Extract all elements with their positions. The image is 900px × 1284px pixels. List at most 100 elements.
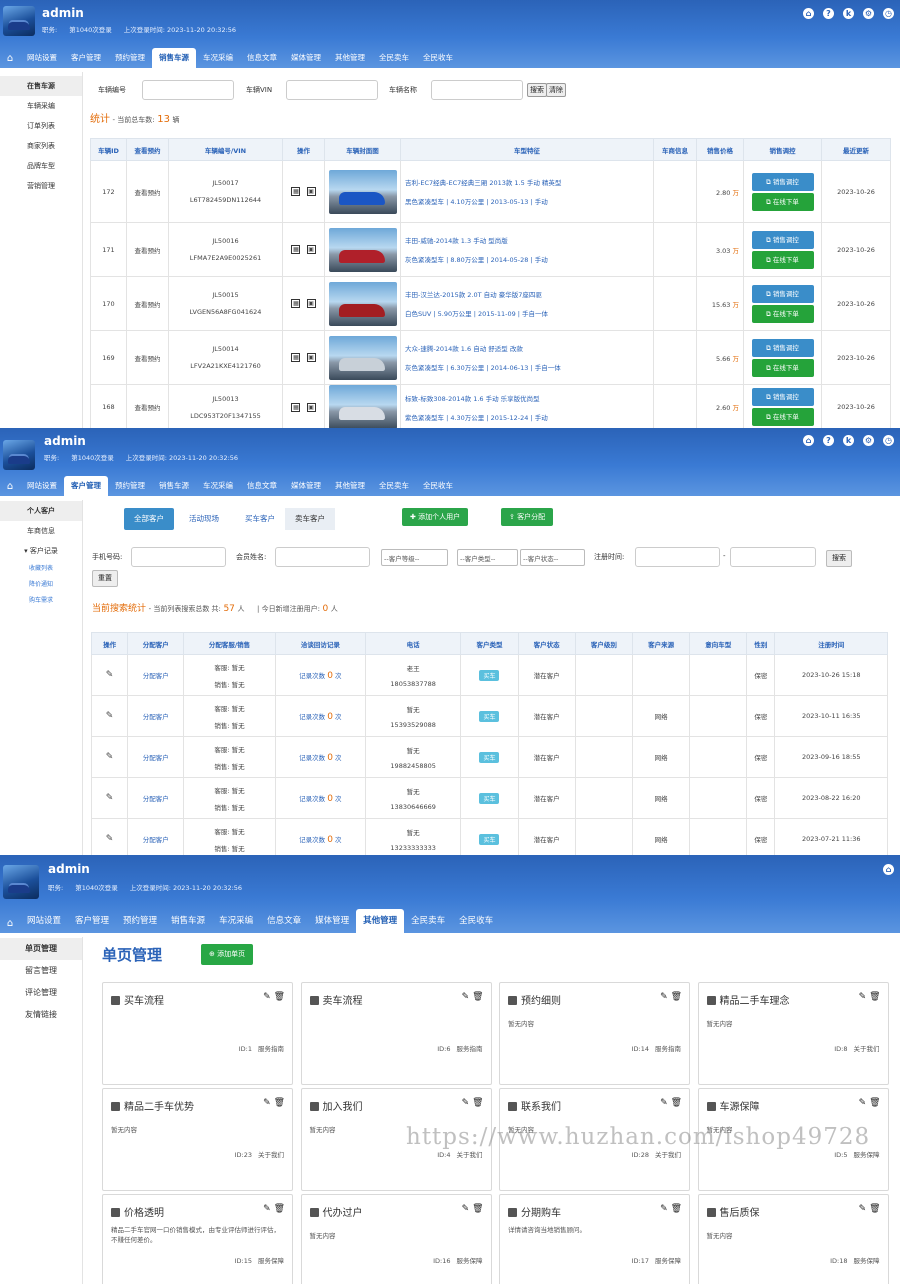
qrcode-icon[interactable]: ▦ [291,299,301,308]
home-icon[interactable]: ⌂ [883,864,894,875]
member-input[interactable] [275,547,370,567]
add-page-button[interactable]: ⊕ 添加单页 [201,944,254,965]
image-icon[interactable]: ▣ [306,299,316,308]
sales-control-button[interactable]: ⧉ 销售调控 [751,284,814,303]
car-title-link[interactable]: 大众-速腾-2014款 1.6 自动 舒适型 改款 [405,343,653,353]
edit-icon[interactable]: ✎ [263,1098,271,1108]
qrcode-icon[interactable]: ▦ [291,402,301,412]
nav-tab[interactable]: 销售车源 [164,909,212,933]
visit-record[interactable]: 记录次数 0 次 [274,695,367,737]
add-user-button[interactable]: ✚ 添加个人用户 [402,508,469,526]
trash-icon[interactable]: 🗑 [671,1098,682,1108]
sidebar-item[interactable]: 单页管理 [0,938,82,960]
nav-tab[interactable]: 全民卖车 [372,48,416,68]
online-order-button[interactable]: ⧉ 在线下单 [751,250,814,269]
reset-button[interactable]: 重置 [92,570,118,587]
home-icon[interactable]: ⌂ [803,435,814,446]
edit-icon[interactable]: ✎ [106,793,114,803]
sidebar-item[interactable]: 车辆采编 [0,96,82,116]
nav-tab[interactable]: 客户管理 [68,909,116,933]
sidebar-item[interactable]: 订单列表 [0,116,82,136]
sales-control-button[interactable]: ⧉ 销售调控 [751,338,814,357]
assign-customer-link[interactable]: 分配客户 [127,695,185,737]
regtime-start-input[interactable] [635,547,720,567]
sidebar-item[interactable]: 品牌车型 [0,156,82,176]
nav-tab[interactable]: 其他管理 [328,476,372,496]
trash-icon[interactable]: 🗑 [869,1204,880,1214]
nav-tab[interactable]: 网站设置 [20,48,64,68]
edit-icon[interactable]: ✎ [106,834,114,844]
tab-sellers[interactable]: 卖车客户 [285,508,335,530]
assign-customer-link[interactable]: 分配客户 [127,654,185,696]
car-cover-image[interactable] [328,335,397,380]
view-booking-link[interactable]: 查看预约 [126,276,169,331]
car-cover-image[interactable] [328,281,397,326]
home-icon[interactable]: ⌂ [803,8,814,19]
trash-icon[interactable]: 🗑 [472,1098,483,1108]
home-nav-icon[interactable]: ⌂ [0,53,20,68]
sidebar-item[interactable]: 营销管理 [0,176,82,196]
edit-icon[interactable]: ✎ [859,1204,867,1214]
car-cover-image[interactable] [328,169,397,214]
level-select[interactable]: --客户等级-- [381,549,448,566]
nav-tab[interactable]: 其他管理 [328,48,372,68]
view-booking-link[interactable]: 查看预约 [126,330,169,385]
edit-icon[interactable]: ✎ [263,1204,271,1214]
trash-icon[interactable]: 🗑 [274,1098,285,1108]
visit-record[interactable]: 记录次数 0 次 [274,818,367,855]
vin-input[interactable] [286,80,378,100]
edit-icon[interactable]: ✎ [859,1098,867,1108]
sidebar-subitem[interactable]: 购车需求 [0,593,82,609]
sidebar-subitem[interactable]: 收藏列表 [0,561,82,577]
nav-tab[interactable]: 媒体管理 [284,48,328,68]
sales-control-button[interactable]: ⧉ 销售调控 [751,230,814,249]
qrcode-icon[interactable]: ▦ [291,245,301,254]
clock-icon[interactable]: ◷ [883,435,894,446]
sidebar-item[interactable]: 留言管理 [0,960,82,982]
assign-customer-link[interactable]: 分配客户 [127,736,185,778]
edit-icon[interactable]: ✎ [859,992,867,1002]
edit-icon[interactable]: ✎ [263,992,271,1002]
nav-tab[interactable]: 车况采编 [212,909,260,933]
sales-control-button[interactable]: ⧉ 销售调控 [751,172,814,191]
nav-tab[interactable]: 信息文章 [240,48,284,68]
car-no-input[interactable] [142,80,234,100]
tab-buyers[interactable]: 买车客户 [235,508,285,530]
gear-icon[interactable]: ⚙ [863,435,874,446]
view-booking-link[interactable]: 查看预约 [126,222,169,277]
image-icon[interactable]: ▣ [306,402,316,412]
regtime-end-input[interactable] [730,547,816,567]
image-icon[interactable]: ▣ [306,187,316,196]
nav-tab[interactable]: 销售车源 [152,476,196,496]
qrcode-icon[interactable]: ▦ [291,353,301,362]
clock-icon[interactable]: ◷ [883,8,894,19]
nav-tab[interactable]: 全民收车 [452,909,500,933]
nav-tab[interactable]: 客户管理 [64,48,108,68]
nav-tab[interactable]: 网站设置 [20,476,64,496]
nav-tab[interactable]: 网站设置 [20,909,68,933]
nav-tab[interactable]: 车况采编 [196,48,240,68]
assign-customer-button[interactable]: ⇪ 客户分配 [501,508,554,526]
nav-tab[interactable]: 媒体管理 [284,476,328,496]
sidebar-item-expandable[interactable]: ▾ 客户记录 [0,541,82,561]
sidebar-item[interactable]: 在售车源 [0,76,82,96]
home-nav-icon[interactable]: ⌂ [0,918,20,933]
trash-icon[interactable]: 🗑 [671,992,682,1002]
trash-icon[interactable]: 🗑 [472,1204,483,1214]
edit-icon[interactable]: ✎ [660,1098,668,1108]
image-icon[interactable]: ▣ [306,245,316,254]
car-title-link[interactable]: 标致-标致308-2014款 1.6 手动 乐享版优尚型 [405,393,653,403]
assign-customer-link[interactable]: 分配客户 [127,818,185,855]
online-order-button[interactable]: ⧉ 在线下单 [751,358,814,377]
gear-icon[interactable]: ⚙ [863,8,874,19]
nav-tab[interactable]: 车况采编 [196,476,240,496]
image-icon[interactable]: ▣ [306,353,316,362]
trash-icon[interactable]: 🗑 [869,992,880,1002]
nav-tab[interactable]: 预约管理 [116,909,164,933]
nav-tab[interactable]: 信息文章 [240,476,284,496]
car-title-link[interactable]: 吉利-EC7经典-EC7经典三厢 2013款 1.5 手动 精英型 [405,177,653,187]
help-icon[interactable]: ? [823,8,834,19]
visit-record[interactable]: 记录次数 0 次 [274,736,367,778]
assign-customer-link[interactable]: 分配客户 [127,777,185,819]
sidebar-item[interactable]: 个人客户 [0,501,82,521]
